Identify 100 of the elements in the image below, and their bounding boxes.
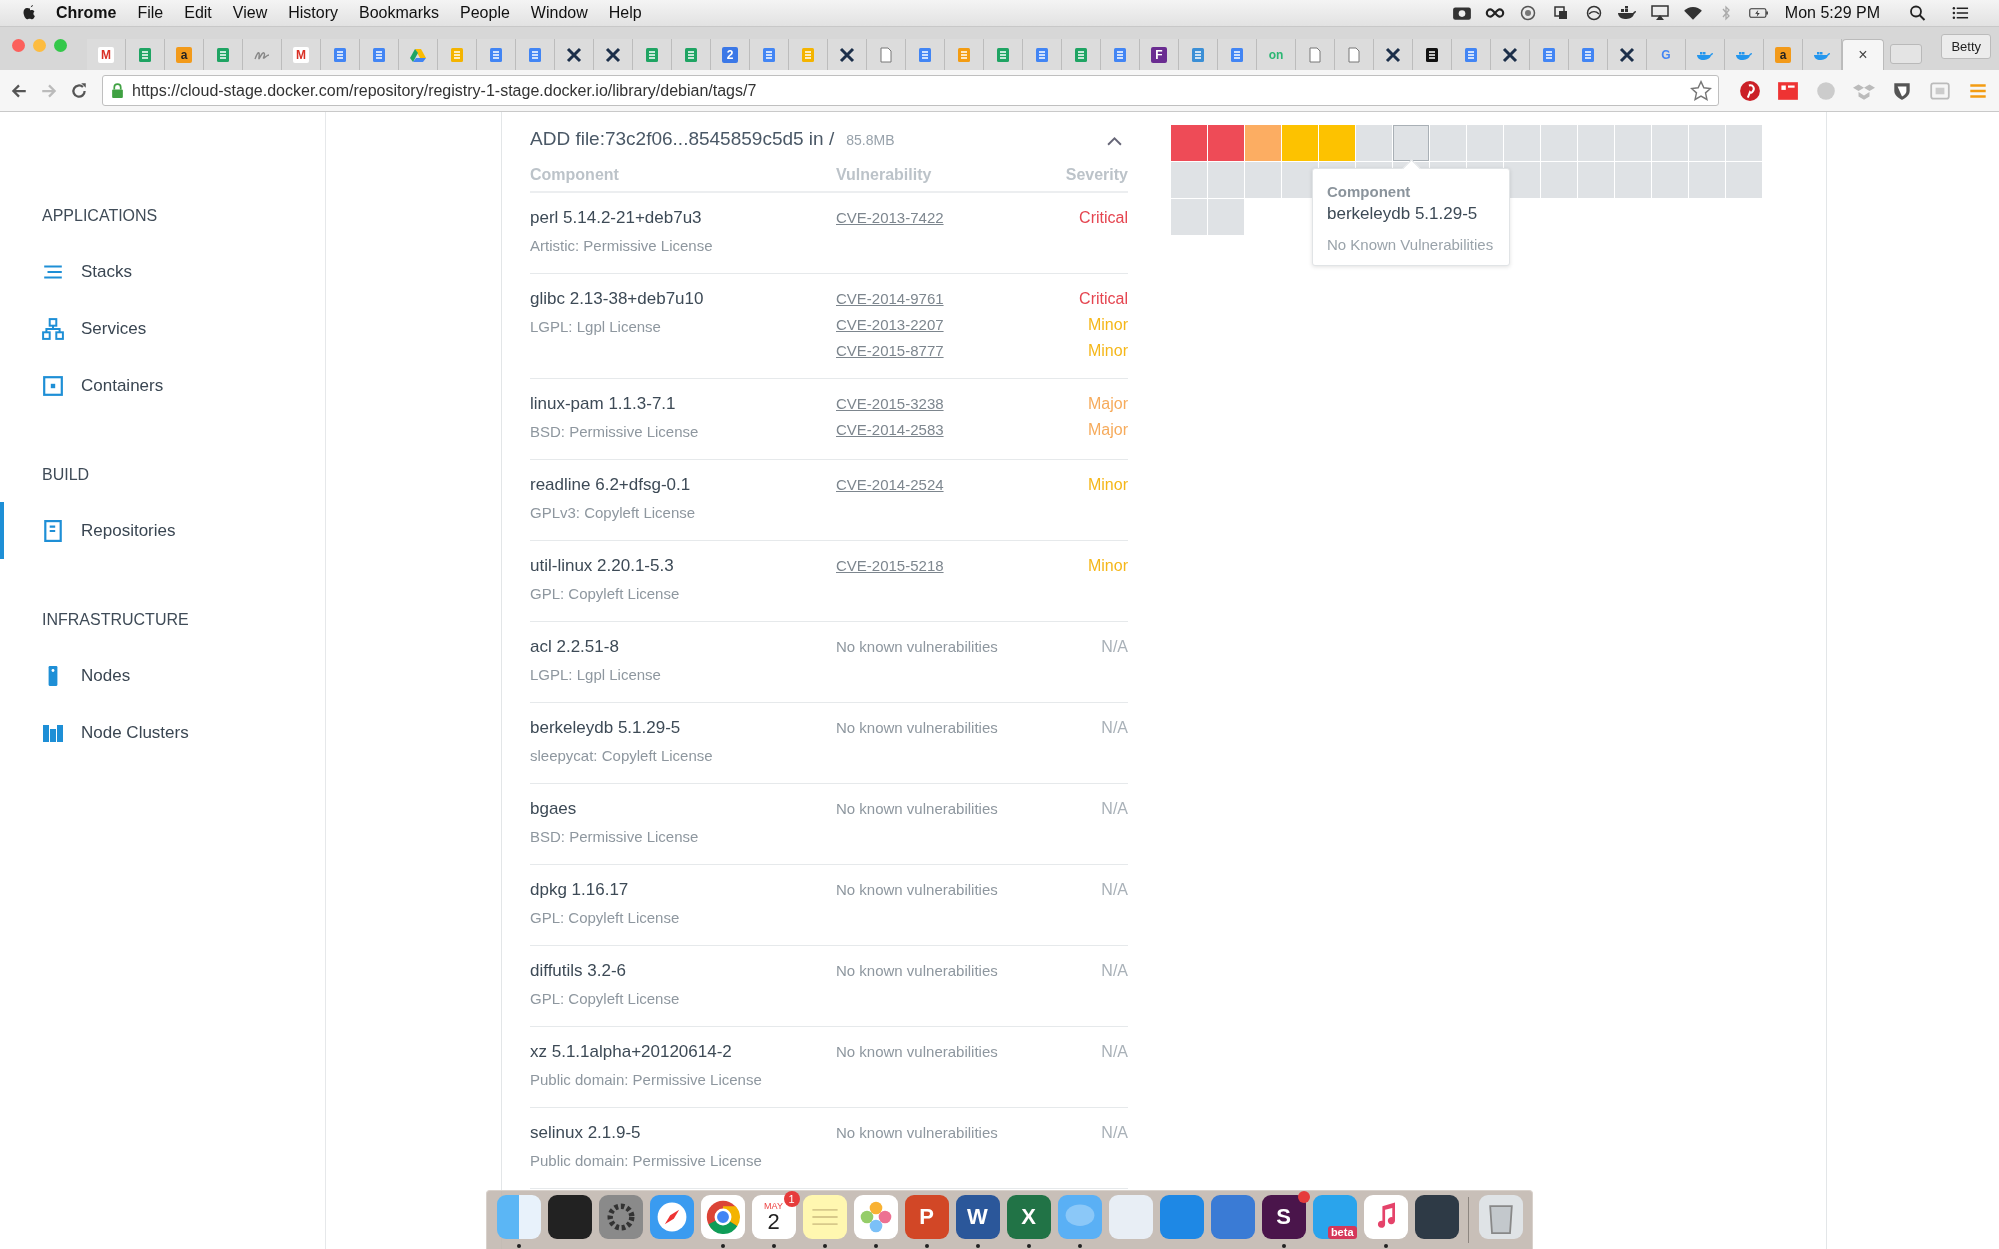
document-icon <box>42 519 64 542</box>
column-header: Component <box>530 165 620 184</box>
notepad-icon[interactable] <box>802 1195 847 1239</box>
compass-icon[interactable] <box>649 1195 694 1239</box>
vulnerability-text: No known vulnerabilities <box>836 718 998 738</box>
profile-button[interactable]: Betty <box>1941 34 1991 59</box>
camera-icon[interactable] <box>1451 5 1472 21</box>
menu-item[interactable]: Edit <box>184 4 212 22</box>
app-icon[interactable]: P <box>904 1195 949 1239</box>
cve-link[interactable]: CVE-2013-2207 <box>836 312 944 338</box>
nav-item[interactable]: Nodes <box>0 647 325 704</box>
app-icon[interactable] <box>1414 1195 1459 1239</box>
document-icon <box>527 46 543 63</box>
search-icon[interactable] <box>1909 5 1926 21</box>
column-header: Severity <box>1065 165 1128 184</box>
striped-icon <box>1190 46 1206 63</box>
whale-icon[interactable]: beta <box>1312 1195 1357 1239</box>
browser-tab[interactable] <box>1491 39 1530 70</box>
browser-tab[interactable] <box>1413 39 1452 70</box>
vulnerability-text: No known vulnerabilities <box>836 1042 998 1062</box>
grid-icon[interactable] <box>1777 79 1799 102</box>
nav-item[interactable]: Services <box>0 300 325 357</box>
document-icon <box>332 46 348 63</box>
cve-link[interactable]: CVE-2014-2583 <box>836 417 944 443</box>
square-icon[interactable] <box>1929 79 1951 102</box>
apple-icon[interactable] <box>22 4 38 22</box>
triangle-icon <box>410 46 426 63</box>
new-tab-button[interactable] <box>1890 44 1922 64</box>
spreadsheet-icon <box>137 46 153 63</box>
app-icon[interactable]: X <box>1006 1195 1051 1239</box>
battery-icon[interactable] <box>1748 5 1769 21</box>
address-bar[interactable]: https://cloud-stage.docker.com/repository/registry-1-stage.docker.io/library/debian/tags/7 <box>102 75 1719 106</box>
app-icon[interactable] <box>547 1195 592 1239</box>
menu-item[interactable]: Bookmarks <box>359 4 439 22</box>
cve-link[interactable]: CVE-2015-8777 <box>836 338 944 364</box>
document-icon <box>917 46 933 63</box>
browser-tab[interactable] <box>555 39 594 70</box>
severity-text: N/A <box>1101 799 1128 819</box>
nav-item[interactable]: Repositories <box>0 502 325 559</box>
app-icon[interactable] <box>700 1195 745 1239</box>
menu-item[interactable]: File <box>137 4 164 22</box>
document-icon <box>1541 46 1557 63</box>
airplay-icon[interactable] <box>1649 5 1670 21</box>
browser-tab[interactable]: a <box>1764 39 1803 70</box>
severity-text: N/A <box>1101 1042 1128 1062</box>
flower-icon[interactable] <box>853 1195 898 1239</box>
file-icon <box>878 46 894 63</box>
star-icon[interactable] <box>1690 79 1712 102</box>
infinity-icon[interactable] <box>1484 5 1505 21</box>
browser-tab[interactable] <box>594 39 633 70</box>
severity-text: N/A <box>1101 718 1128 738</box>
wifi-icon[interactable] <box>1682 5 1703 21</box>
section-heading: BUILD <box>41 465 91 485</box>
gear-icon[interactable] <box>598 1195 643 1239</box>
license-text: GPLv3: Copyleft License <box>530 503 697 523</box>
app-icon[interactable]: W <box>955 1195 1000 1239</box>
nav-item[interactable]: Node Clusters <box>0 704 325 761</box>
cve-link[interactable]: CVE-2014-2524 <box>836 472 944 498</box>
mail-icon: M <box>98 46 114 63</box>
nav-item[interactable]: Stacks <box>0 243 325 300</box>
browser-tab[interactable] <box>1608 39 1647 70</box>
music-note-icon[interactable] <box>1363 1195 1408 1239</box>
close-button[interactable] <box>12 39 25 52</box>
crossed-tools-icon <box>605 46 621 63</box>
shield-icon: F <box>1151 46 1167 63</box>
menu-item[interactable]: History <box>288 4 338 22</box>
browser-tab[interactable]: F <box>1140 39 1179 70</box>
browser-tab[interactable]: 2 <box>711 39 750 70</box>
component-square[interactable] <box>1393 125 1429 161</box>
cve-link[interactable]: CVE-2013-7422 <box>836 205 944 231</box>
browser-tab[interactable]: × <box>1842 39 1884 70</box>
clock[interactable]: Mon 5:29 PM <box>1784 4 1880 22</box>
document-icon <box>1580 46 1596 63</box>
list-icon[interactable] <box>1952 5 1969 21</box>
s-circle-icon[interactable] <box>1815 79 1837 102</box>
zoom-button[interactable] <box>54 39 67 52</box>
severity-text: N/A <box>1101 961 1128 981</box>
cve-link[interactable]: CVE-2015-5218 <box>836 553 944 579</box>
browser-tab[interactable] <box>1374 39 1413 70</box>
chat-bubble-icon[interactable] <box>1057 1195 1102 1239</box>
component-name: selinux 2.1.9-5 <box>530 1122 642 1144</box>
severity-text: Major <box>1088 420 1128 440</box>
cve-link[interactable]: CVE-2015-3238 <box>836 391 944 417</box>
chevron-icon[interactable] <box>1107 136 1122 146</box>
whale-icon[interactable] <box>1616 5 1637 21</box>
menu-item[interactable]: People <box>460 4 510 22</box>
browser-tab[interactable] <box>828 39 867 70</box>
menu-item[interactable]: Window <box>530 4 588 22</box>
close-tab-button[interactable]: × <box>1858 46 1868 64</box>
menu-item[interactable]: View <box>232 4 268 22</box>
cve-link[interactable]: CVE-2014-9761 <box>836 286 944 312</box>
browser-tab[interactable]: a <box>165 39 204 70</box>
trash-icon[interactable] <box>1478 1195 1523 1239</box>
menu-item[interactable]: Help <box>608 4 642 22</box>
nav-item[interactable]: Containers <box>0 357 325 414</box>
menu-item[interactable]: Chrome <box>56 4 117 22</box>
browser-tab[interactable]: M <box>282 39 321 70</box>
reload-icon[interactable] <box>70 81 88 100</box>
tooltip-component: berkeleydb 5.1.29-5 <box>1327 204 1479 224</box>
browser-tab[interactable]: M <box>87 39 126 70</box>
